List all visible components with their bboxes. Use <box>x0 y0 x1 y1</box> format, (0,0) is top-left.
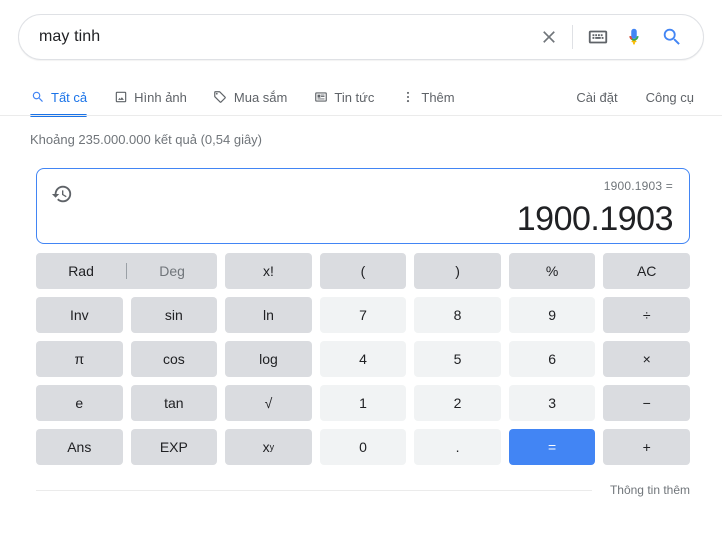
tab-more-label: Thêm <box>421 90 454 105</box>
keypad-row: e tan √ 1 2 3 − <box>36 385 690 421</box>
search-nav-tabs: Tất cả Hình ảnh Mua sắ <box>0 78 722 116</box>
key-plus[interactable]: + <box>603 429 690 465</box>
history-clock-icon[interactable] <box>51 183 73 205</box>
tab-shopping[interactable]: Mua sắm <box>213 78 287 116</box>
tab-news[interactable]: Tin tức <box>313 78 374 116</box>
more-dots-icon <box>400 90 415 105</box>
key-close-paren[interactable]: ) <box>414 253 501 289</box>
key-3[interactable]: 3 <box>509 385 596 421</box>
key-minus[interactable]: − <box>603 385 690 421</box>
close-x-icon[interactable] <box>532 20 566 54</box>
tag-icon <box>213 90 228 105</box>
key-cos[interactable]: cos <box>131 341 218 377</box>
keypad-row: Inv sin ln 7 8 9 ÷ <box>36 297 690 333</box>
search-bar-icons <box>532 20 703 54</box>
tab-shopping-label: Mua sắm <box>234 90 287 105</box>
key-5[interactable]: 5 <box>414 341 501 377</box>
key-deg-label[interactable]: Deg <box>127 263 217 279</box>
key-sin[interactable]: sin <box>131 297 218 333</box>
key-ln[interactable]: ln <box>225 297 312 333</box>
key-e[interactable]: e <box>36 385 123 421</box>
calculator-footer: Thông tin thêm <box>36 483 690 497</box>
key-factorial[interactable]: x! <box>225 253 312 289</box>
calculator-expression: 1900.1903 = <box>604 179 673 193</box>
key-1[interactable]: 1 <box>320 385 407 421</box>
more-info-link[interactable]: Thông tin thêm <box>610 483 690 497</box>
key-answer[interactable]: Ans <box>36 429 123 465</box>
image-icon <box>113 90 128 105</box>
google-search-results-page: may tinh <box>0 0 722 539</box>
key-all-clear[interactable]: AC <box>603 253 690 289</box>
key-pi[interactable]: π <box>36 341 123 377</box>
tab-news-label: Tin tức <box>334 90 374 105</box>
search-bar[interactable]: may tinh <box>18 14 704 60</box>
tab-images[interactable]: Hình ảnh <box>113 78 187 116</box>
search-icon <box>30 90 45 105</box>
search-input[interactable]: may tinh <box>19 28 532 46</box>
news-icon <box>313 90 328 105</box>
footer-divider <box>36 490 592 491</box>
key-open-paren[interactable]: ( <box>320 253 407 289</box>
key-multiply[interactable]: × <box>603 341 690 377</box>
tab-images-label: Hình ảnh <box>134 90 187 105</box>
key-power[interactable]: xy <box>225 429 312 465</box>
key-9[interactable]: 9 <box>509 297 596 333</box>
tools-link[interactable]: Công cụ <box>646 90 694 105</box>
key-log[interactable]: log <box>225 341 312 377</box>
key-square-root[interactable]: √ <box>225 385 312 421</box>
key-equals[interactable]: = <box>509 429 596 465</box>
result-stats: Khoảng 235.000.000 kết quả (0,54 giây) <box>30 132 262 147</box>
keypad-row: π cos log 4 5 6 × <box>36 341 690 377</box>
key-exponent[interactable]: EXP <box>131 429 218 465</box>
key-tan[interactable]: tan <box>131 385 218 421</box>
tabs-divider <box>0 115 722 116</box>
key-percent[interactable]: % <box>509 253 596 289</box>
tab-all-label: Tất cả <box>51 90 87 105</box>
key-rad-label[interactable]: Rad <box>36 263 126 279</box>
calculator-result: 1900.1903 <box>517 200 673 239</box>
microphone-icon[interactable] <box>619 22 649 52</box>
keypad-row: Ans EXP xy 0 . = + <box>36 429 690 465</box>
key-0[interactable]: 0 <box>320 429 407 465</box>
keypad-row: Rad Deg x! ( ) % AC <box>36 253 690 289</box>
key-inverse[interactable]: Inv <box>36 297 123 333</box>
calculator-keypad: Rad Deg x! ( ) % AC Inv sin ln 7 8 9 ÷ <box>36 253 690 465</box>
search-tools-group: Cài đặt Công cụ <box>548 90 722 105</box>
key-rad-deg[interactable]: Rad Deg <box>36 253 217 289</box>
key-divide[interactable]: ÷ <box>603 297 690 333</box>
settings-link[interactable]: Cài đặt <box>576 90 617 105</box>
key-2[interactable]: 2 <box>414 385 501 421</box>
key-6[interactable]: 6 <box>509 341 596 377</box>
key-4[interactable]: 4 <box>320 341 407 377</box>
nav-tabs-group: Tất cả Hình ảnh Mua sắ <box>0 78 481 116</box>
tab-more[interactable]: Thêm <box>400 78 454 116</box>
tab-all[interactable]: Tất cả <box>30 78 87 116</box>
key-decimal-point[interactable]: . <box>414 429 501 465</box>
keyboard-icon[interactable] <box>583 22 613 52</box>
key-8[interactable]: 8 <box>414 297 501 333</box>
key-7[interactable]: 7 <box>320 297 407 333</box>
search-icon[interactable] <box>657 22 687 52</box>
search-bar-divider <box>572 25 573 49</box>
calculator-display[interactable]: 1900.1903 = 1900.1903 <box>36 168 690 244</box>
calculator-widget: 1900.1903 = 1900.1903 Rad Deg x! ( ) % A… <box>36 168 690 465</box>
